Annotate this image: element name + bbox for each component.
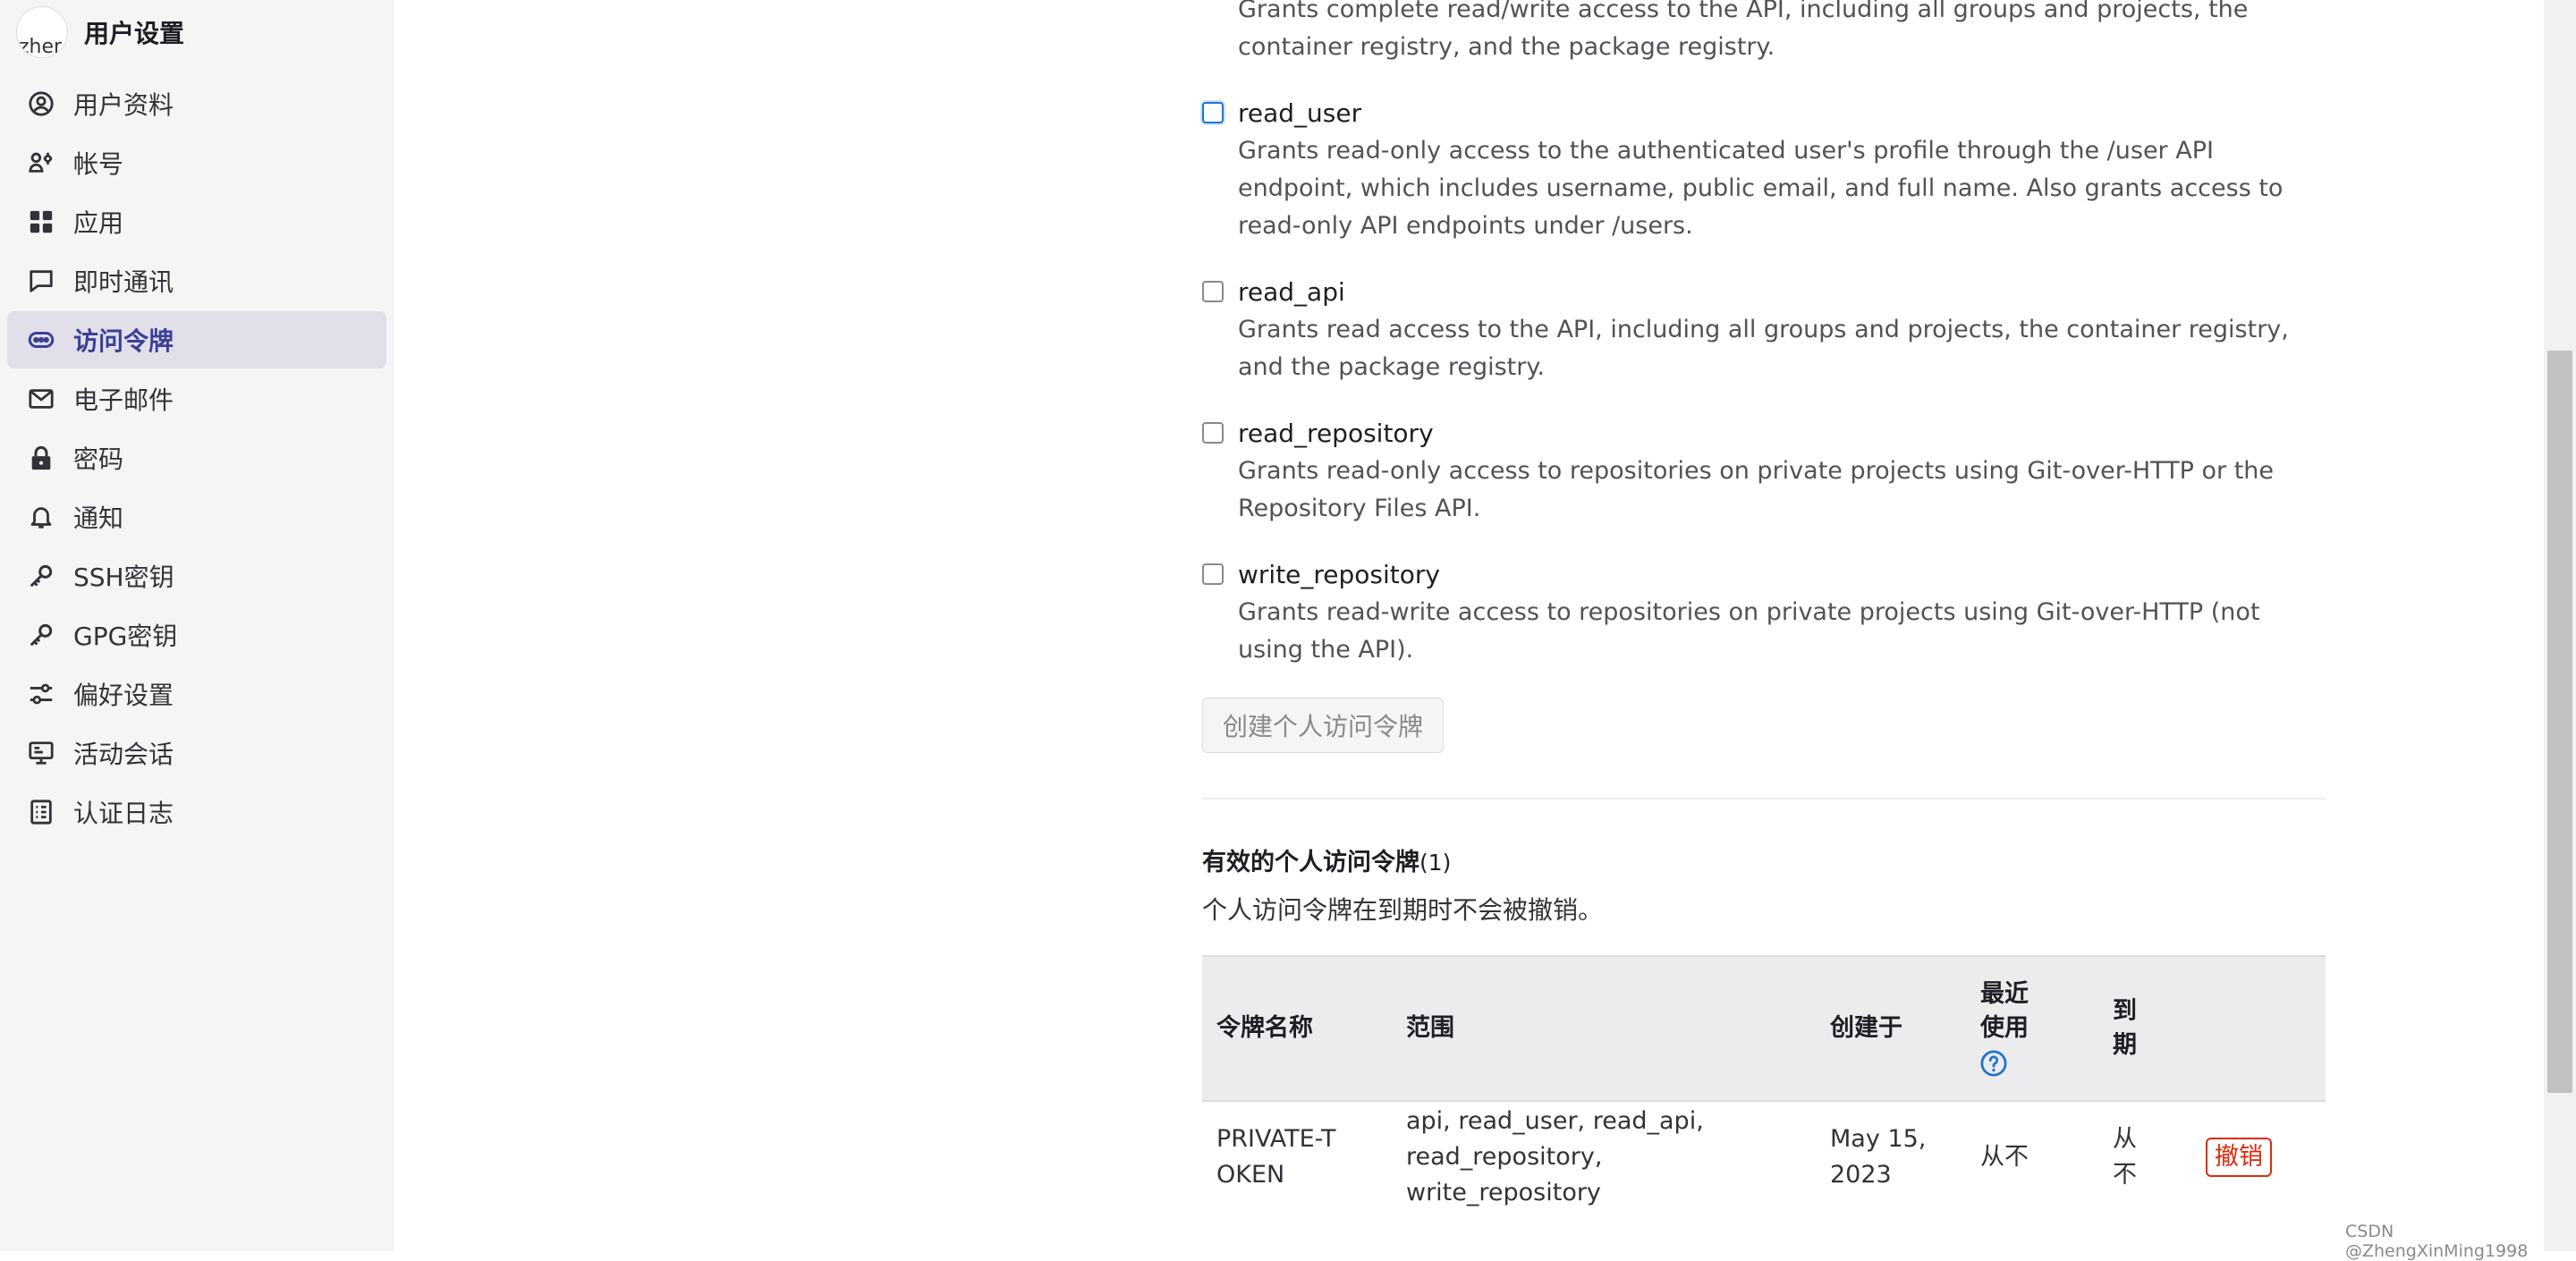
table-row: PRIVATE-TOKEN api, read_user, read_api, … [1202, 1101, 2326, 1213]
scope-description: Grants read-write access to repositories… [1238, 598, 2260, 664]
avatar[interactable]: zher [16, 6, 68, 58]
sidebar-item-access-tokens[interactable]: 访问令牌 [7, 311, 386, 368]
user-circle-icon [27, 89, 55, 118]
sidebar-item-password[interactable]: 密码 [7, 429, 386, 487]
scope-description: Grants read-only access to repositories … [1238, 457, 2275, 522]
sidebar-item-label: 偏好设置 [73, 681, 174, 710]
scope-read-repository: read_repository Grants read-only access … [1202, 417, 2326, 528]
token-icon [27, 326, 55, 354]
token-created: May 15, 2023 [1830, 1125, 1927, 1189]
scope-read-user: read_user Grants read-only access to the… [1202, 97, 2326, 245]
scope-write-repository: write_repository Grants read-write acces… [1202, 558, 2326, 669]
token-created-cell: May 15, 2023 [1816, 1101, 1966, 1213]
api-scope-description: Grants complete read/write access to the… [1238, 0, 2249, 61]
revoke-button[interactable]: 撤销 [2206, 1138, 2272, 1177]
column-header-scopes: 范围 [1406, 1014, 1454, 1042]
sidebar-item-chat[interactable]: 即时通讯 [7, 252, 386, 309]
mail-icon [27, 385, 55, 413]
token-scopes-cell: api, read_user, read_api, read_repositor… [1392, 1101, 1816, 1213]
sidebar-item-account[interactable]: 帐号 [7, 134, 386, 191]
sidebar-item-preferences[interactable]: 偏好设置 [7, 665, 386, 723]
scope-description: Grants read access to the API, including… [1238, 316, 2289, 381]
active-tokens-table: 令牌名称 范围 创建于 最近使用 到期 PRIVATE-TOKEN api, r… [1202, 955, 2326, 1213]
applications-icon [27, 207, 55, 236]
sidebar-item-emails[interactable]: 电子邮件 [7, 370, 386, 427]
sidebar-item-label: 帐号 [73, 149, 124, 179]
divider [1202, 798, 2326, 800]
sidebar-item-profile[interactable]: 用户资料 [7, 75, 386, 132]
sidebar-item-gpg-keys[interactable]: GPG密钥 [7, 606, 386, 664]
scope-name: read_api [1238, 276, 1345, 307]
scope-read-api: read_api Grants read access to the API, … [1202, 275, 2326, 386]
sidebar-item-label: 通知 [73, 504, 124, 533]
token-expires: 从不 [2113, 1125, 2137, 1189]
sidebar-item-label: 电子邮件 [73, 385, 174, 415]
scope-checkbox[interactable] [1202, 422, 1224, 444]
active-tokens-note: 个人访问令牌在到期时不会被撤销。 [1202, 895, 1604, 925]
column-header-created: 创建于 [1830, 1014, 1902, 1042]
token-expires-cell: 从不 [2098, 1101, 2191, 1213]
table-header-row: 令牌名称 范围 创建于 最近使用 到期 [1202, 956, 2326, 1101]
scope-checkbox[interactable] [1202, 281, 1224, 302]
sidebar-nav: 用户资料 帐号 应用 即时通讯 访问令牌 电子邮件 密码 通知 SSH密钥 GP… [7, 75, 386, 842]
sidebar-item-label: 密码 [73, 444, 124, 474]
log-icon [27, 798, 55, 826]
token-last-used-cell: 从不 [1980, 1143, 2029, 1171]
chat-icon [27, 267, 55, 295]
monitor-icon [27, 739, 55, 767]
sidebar-item-notifications[interactable]: 通知 [7, 488, 386, 546]
watermark: CSDN @ZhengXinMing1998 [2345, 1222, 2529, 1261]
sidebar-item-label: 活动会话 [73, 740, 174, 769]
token-actions-cell: 撤销 [2191, 1101, 2326, 1213]
sidebar-item-active-sessions[interactable]: 活动会话 [7, 724, 386, 782]
last-used-label: 最近使用 [1980, 980, 2029, 1042]
key-icon [27, 621, 55, 649]
token-name: PRIVATE-TOKEN [1216, 1125, 1336, 1189]
scope-name: read_repository [1238, 418, 1434, 448]
active-tokens-count: (1) [1419, 850, 1452, 876]
sidebar-item-label: SSH密钥 [73, 563, 174, 592]
sidebar-item-auth-log[interactable]: 认证日志 [7, 783, 386, 841]
sidebar-item-ssh-keys[interactable]: SSH密钥 [7, 547, 386, 605]
scope-checkbox[interactable] [1202, 563, 1224, 585]
column-header-expires: 到期 [2098, 956, 2191, 1101]
sidebar-header: zher 用户设置 [16, 5, 184, 59]
scope-description: Grants read-only access to the authentic… [1238, 137, 2284, 240]
sidebar-item-label: 用户资料 [73, 90, 174, 120]
sidebar-item-label: 认证日志 [73, 799, 174, 828]
help-icon[interactable] [1980, 1049, 2007, 1077]
sidebar-title: 用户设置 [84, 19, 185, 48]
scope-name: read_user [1238, 97, 1362, 128]
avatar-alt-text: zher [19, 36, 63, 58]
create-token-button[interactable]: 创建个人访问令牌 [1202, 698, 1445, 753]
sidebar-item-label: GPG密钥 [73, 622, 178, 651]
sidebar-item-label: 访问令牌 [73, 326, 174, 356]
token-name-cell: PRIVATE-TOKEN [1202, 1101, 1392, 1213]
column-header-last-used: 最近使用 [1966, 956, 2098, 1101]
key-icon [27, 562, 55, 590]
active-tokens-title: 有效的个人访问令牌(1) [1202, 842, 1451, 877]
preferences-icon [27, 680, 55, 708]
account-icon [27, 148, 55, 177]
lock-icon [27, 444, 55, 472]
sidebar-item-label: 即时通讯 [73, 267, 174, 297]
active-tokens-title-text: 有效的个人访问令牌 [1202, 849, 1419, 876]
column-header-actions [2191, 956, 2326, 1101]
scope-checkbox[interactable] [1202, 102, 1224, 123]
settings-sidebar: zher 用户设置 用户资料 帐号 应用 即时通讯 访问令牌 电子邮件 密码 通… [0, 0, 394, 1251]
sidebar-item-label: 应用 [73, 208, 124, 238]
scope-name: write_repository [1238, 559, 1440, 589]
column-header-name: 令牌名称 [1216, 1014, 1313, 1042]
bell-icon [27, 503, 55, 531]
sidebar-item-applications[interactable]: 应用 [7, 193, 386, 250]
page-scrollbar-thumb[interactable] [2547, 351, 2572, 1093]
token-scopes: api, read_user, read_api, read_repositor… [1406, 1107, 1704, 1206]
expires-label: 到期 [2113, 997, 2137, 1059]
